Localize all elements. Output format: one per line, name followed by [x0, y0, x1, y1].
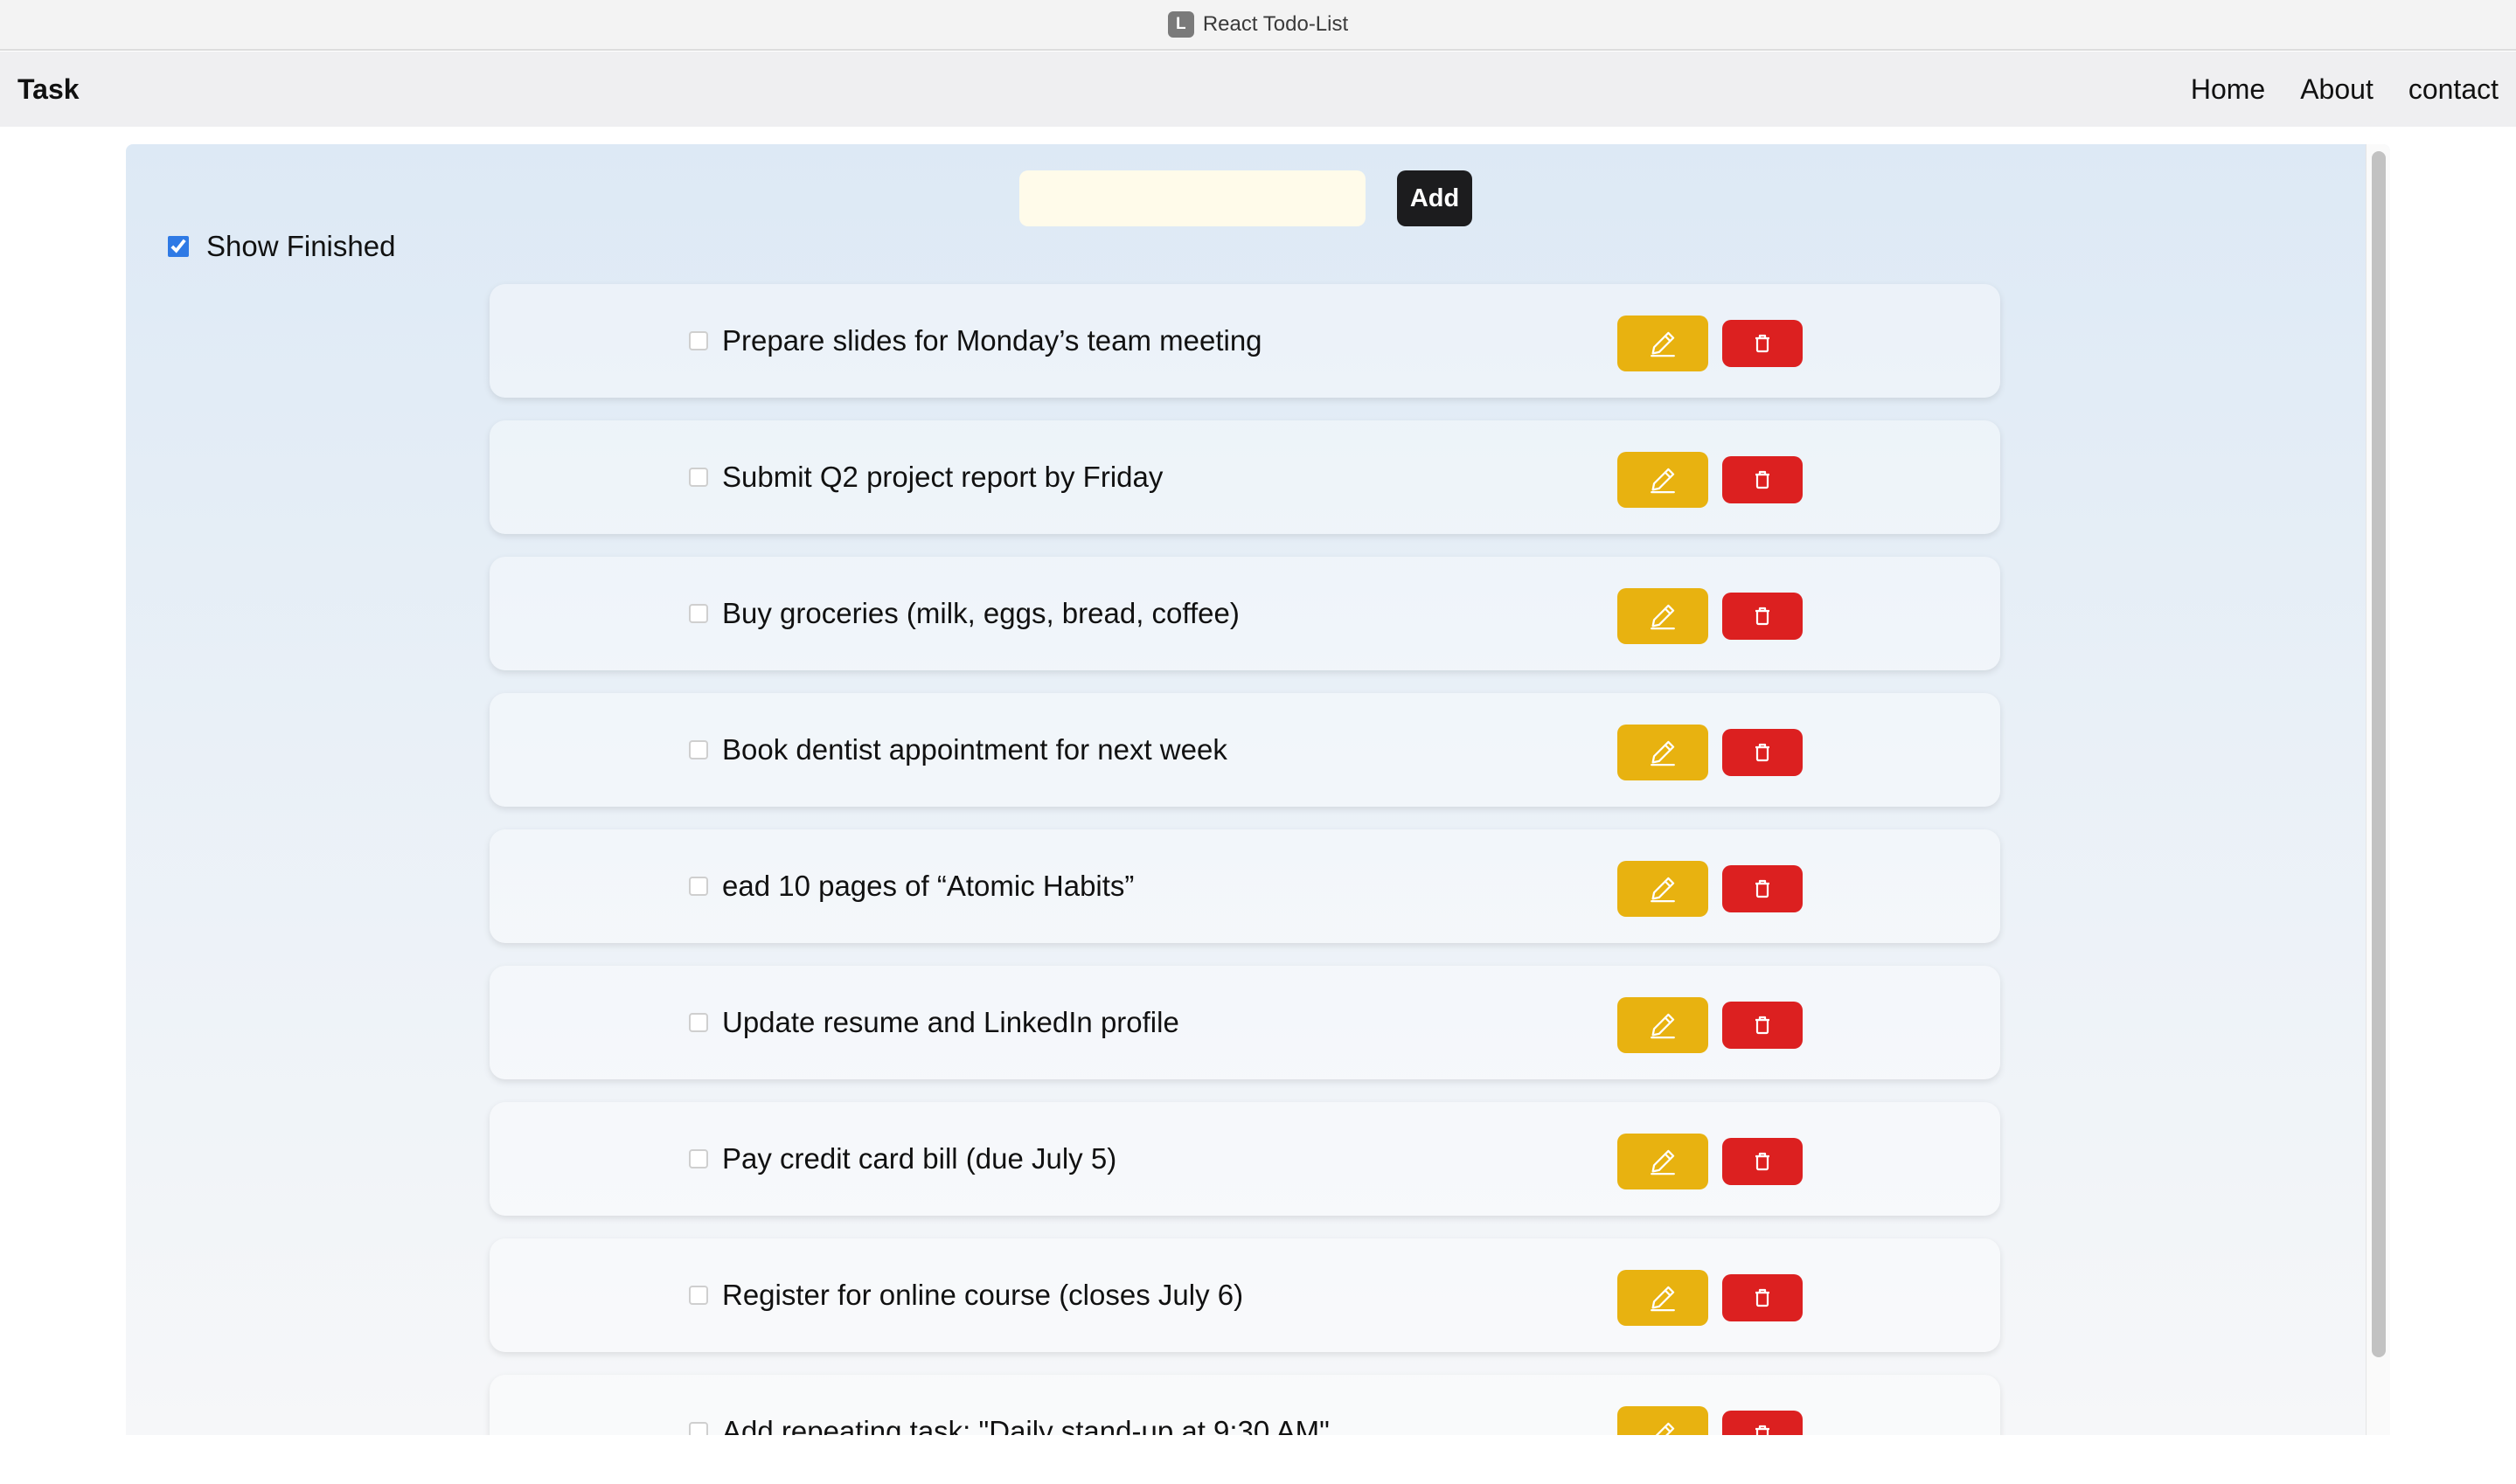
browser-title-bar: L React Todo-List [0, 0, 2516, 51]
pencil-icon [1648, 738, 1678, 767]
todo-item: Pay credit card bill (due July 5) [490, 1102, 2000, 1216]
trash-icon [1754, 1152, 1771, 1171]
delete-button[interactable] [1722, 1411, 1803, 1435]
trash-icon [1754, 607, 1771, 626]
trash-icon [1754, 470, 1771, 489]
pencil-icon [1648, 874, 1678, 904]
page-bottom-area [0, 1435, 2516, 1484]
pencil-icon [1648, 601, 1678, 631]
trash-icon [1754, 879, 1771, 898]
todo-item: ead 10 pages of “Atomic Habits” [490, 829, 2000, 943]
delete-button[interactable] [1722, 729, 1803, 776]
todo-item: Prepare slides for Monday’s team meeting [490, 284, 2000, 398]
todo-text: Pay credit card bill (due July 5) [722, 1142, 1117, 1175]
trash-icon [1754, 1288, 1771, 1307]
pencil-icon [1648, 1283, 1678, 1313]
delete-button[interactable] [1722, 593, 1803, 640]
todo-text: Submit Q2 project report by Friday [722, 461, 1164, 493]
todo-item: Register for online course (closes July … [490, 1238, 2000, 1352]
pencil-icon [1648, 329, 1678, 358]
todo-checkbox[interactable] [689, 1149, 708, 1168]
pencil-icon [1648, 465, 1678, 495]
edit-button[interactable] [1617, 1406, 1708, 1435]
todo-item: Add repeating task: "Daily stand-up at 9… [490, 1375, 2000, 1435]
edit-button[interactable] [1617, 588, 1708, 644]
delete-button[interactable] [1722, 865, 1803, 912]
edit-button[interactable] [1617, 1134, 1708, 1189]
todo-text: Prepare slides for Monday’s team meeting [722, 324, 1262, 357]
edit-button[interactable] [1617, 725, 1708, 780]
todo-list: Prepare slides for Monday’s team meeting… [490, 284, 2000, 1435]
favicon-icon: L [1167, 11, 1194, 38]
new-todo-input[interactable] [1019, 170, 1366, 226]
edit-button[interactable] [1617, 1270, 1708, 1326]
todo-checkbox[interactable] [689, 1422, 708, 1435]
pencil-icon [1648, 1147, 1678, 1176]
todo-app-panel: Add Show Finished Prepare slides for Mon… [126, 144, 2390, 1435]
todo-item: Buy groceries (milk, eggs, bread, coffee… [490, 557, 2000, 670]
edit-button[interactable] [1617, 861, 1708, 917]
todo-text: Book dentist appointment for next week [722, 733, 1227, 766]
pencil-icon [1648, 1419, 1678, 1435]
todo-text: Buy groceries (milk, eggs, bread, coffee… [722, 597, 1240, 629]
todo-checkbox[interactable] [689, 1286, 708, 1305]
edit-button[interactable] [1617, 316, 1708, 371]
todo-checkbox[interactable] [689, 604, 708, 623]
todo-text: Add repeating task: "Daily stand-up at 9… [722, 1415, 1330, 1435]
todo-text: ead 10 pages of “Atomic Habits” [722, 870, 1135, 902]
edit-button[interactable] [1617, 997, 1708, 1053]
show-finished-label: Show Finished [206, 230, 396, 262]
trash-icon [1754, 334, 1771, 353]
trash-icon [1754, 1425, 1771, 1435]
add-button[interactable]: Add [1397, 170, 1472, 226]
trash-icon [1754, 1016, 1771, 1035]
todo-item: Book dentist appointment for next week [490, 693, 2000, 807]
add-todo-form: Add [1019, 170, 1472, 226]
delete-button[interactable] [1722, 1274, 1803, 1321]
brand-logo[interactable]: Task [17, 73, 80, 106]
delete-button[interactable] [1722, 320, 1803, 367]
delete-button[interactable] [1722, 1138, 1803, 1185]
show-finished-toggle[interactable]: Show Finished [168, 230, 395, 263]
todo-checkbox[interactable] [689, 1013, 708, 1032]
todo-item: Submit Q2 project report by Friday [490, 420, 2000, 534]
edit-button[interactable] [1617, 452, 1708, 508]
pencil-icon [1648, 1010, 1678, 1040]
todo-checkbox[interactable] [689, 331, 708, 350]
todo-text: Update resume and LinkedIn profile [722, 1006, 1179, 1038]
trash-icon [1754, 743, 1771, 762]
todo-checkbox[interactable] [689, 468, 708, 487]
todo-checkbox[interactable] [689, 877, 708, 896]
nav-link-contact[interactable]: contact [2408, 73, 2499, 106]
todo-text: Register for online course (closes July … [722, 1279, 1244, 1311]
nav-link-home[interactable]: Home [2191, 73, 2265, 106]
window-title: React Todo-List [1202, 12, 1349, 36]
nav-link-about[interactable]: About [2300, 73, 2374, 106]
todo-item: Update resume and LinkedIn profile [490, 966, 2000, 1079]
delete-button[interactable] [1722, 1002, 1803, 1049]
top-navbar: Task Home About contact [0, 52, 2516, 127]
delete-button[interactable] [1722, 456, 1803, 503]
show-finished-checkbox[interactable] [168, 236, 189, 257]
todo-checkbox[interactable] [689, 740, 708, 759]
nav-links: Home About contact [2191, 73, 2499, 106]
scrollbar-track[interactable] [2366, 144, 2390, 1435]
scrollbar-thumb[interactable] [2372, 151, 2386, 1357]
